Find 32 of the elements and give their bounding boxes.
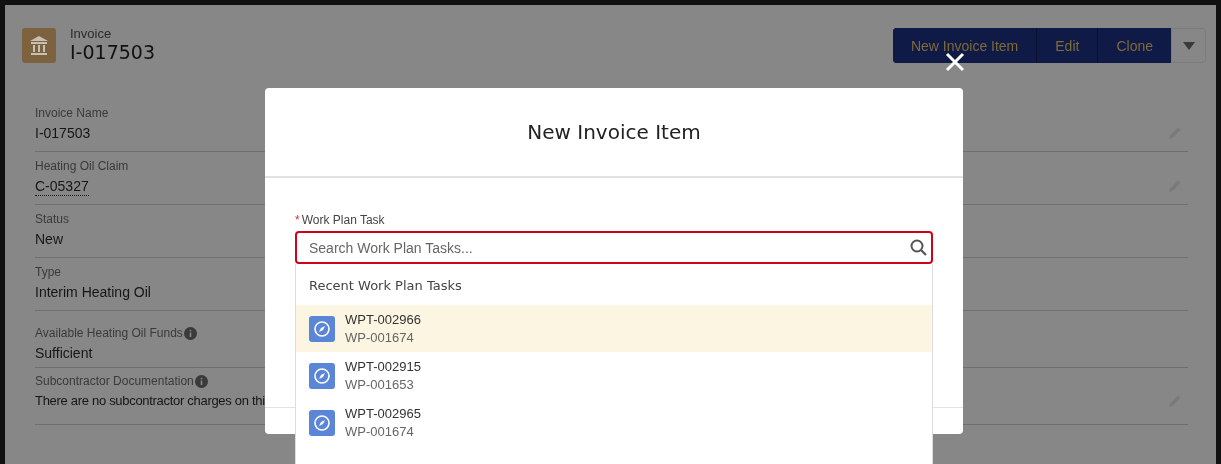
- field-value: Interim Heating Oil: [35, 283, 151, 302]
- field-label: Work Plan Task: [301, 213, 385, 227]
- close-icon[interactable]: [945, 52, 965, 72]
- field-label: Invoice Name: [35, 105, 109, 122]
- field-label: Status: [35, 211, 70, 228]
- compass-icon: [309, 315, 335, 342]
- field-value: New: [35, 230, 63, 249]
- field-value: I-017503: [35, 124, 91, 143]
- dropdown-heading: Recent Work Plan Tasks: [308, 277, 463, 295]
- search-field[interactable]: Search Work Plan Tasks...: [295, 231, 933, 264]
- dropdown-option[interactable]: WPT-002915 WP-001653: [296, 352, 932, 399]
- record-name: I-017503: [70, 41, 155, 63]
- field-label: Heating Oil Claim: [35, 158, 129, 175]
- dropdown-option[interactable]: WPT-002966 WP-001674: [296, 305, 932, 352]
- field-value: Sufficient: [35, 344, 93, 363]
- compass-icon: [309, 409, 335, 436]
- info-icon: [183, 326, 197, 340]
- field-label: Available Heating Oil Funds: [35, 325, 183, 342]
- caret-icon: [1182, 41, 1195, 50]
- bank-icon: [22, 27, 56, 63]
- field-value: There are no subcontractor charges on thi: [35, 392, 265, 410]
- compass-icon: [309, 362, 335, 389]
- dropdown-option[interactable]: WPT-002965 WP-001674: [296, 399, 932, 446]
- record-type: Invoice: [70, 27, 113, 41]
- field-label: Subcontractor Documentation: [35, 373, 194, 390]
- search-icon: [910, 239, 927, 256]
- modal-title: New Invoice Item: [527, 120, 701, 144]
- field-label: Type: [35, 264, 61, 281]
- info-icon: [194, 374, 208, 388]
- field-link[interactable]: C-05327: [35, 177, 89, 196]
- required-mark: *: [295, 213, 300, 227]
- more-actions-button[interactable]: [1171, 28, 1206, 63]
